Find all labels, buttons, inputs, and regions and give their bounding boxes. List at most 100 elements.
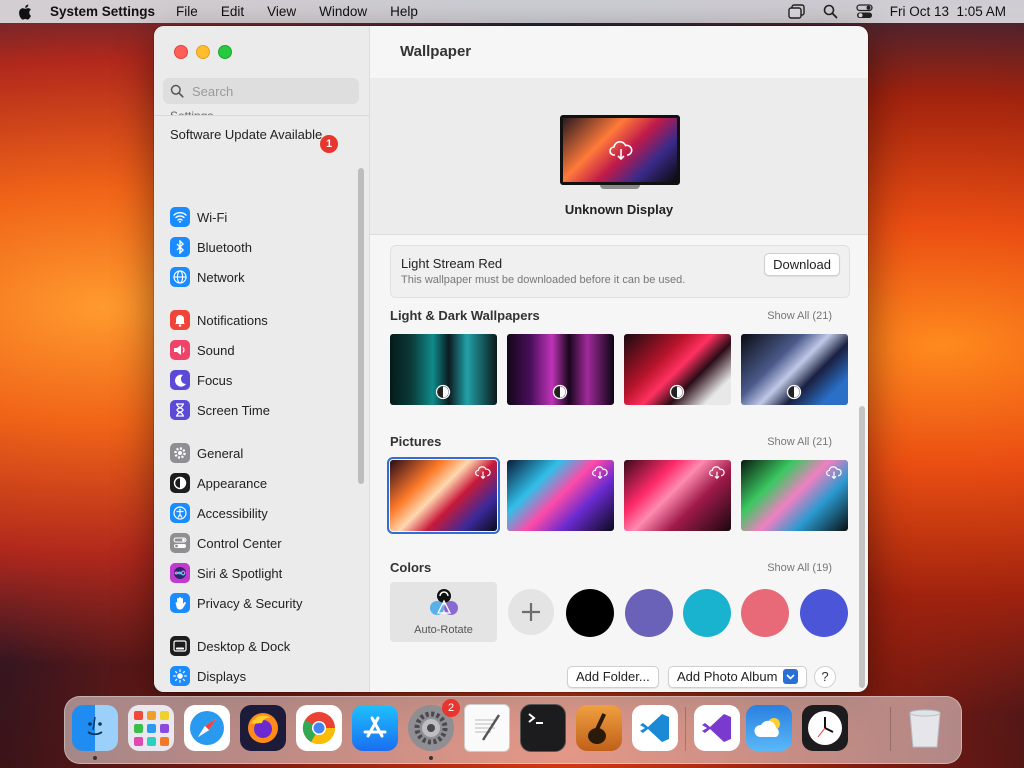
cloud-download-icon	[709, 466, 725, 480]
color-swatch[interactable]	[566, 589, 614, 637]
cloud-download-icon	[592, 466, 608, 480]
sidebar-item-wi-fi[interactable]: Wi-Fi	[164, 203, 344, 231]
sidebar-item-network[interactable]: Network	[164, 263, 344, 291]
sidebar-item-label: Sound	[197, 342, 235, 358]
sidebar-item-bluetooth[interactable]: Bluetooth	[164, 233, 344, 261]
sidebar-item-label: Appearance	[197, 475, 268, 491]
search-input[interactable]	[190, 82, 354, 100]
sidebar-item-label: Desktop & Dock	[197, 638, 291, 654]
content-scrollbar[interactable]	[859, 406, 865, 688]
sidebar-item-notifications[interactable]: Notifications	[164, 306, 344, 334]
add-folder-button[interactable]: Add Folder...	[567, 666, 659, 688]
sidebar-item-label: Wi-Fi	[197, 209, 228, 225]
gear-icon	[170, 443, 190, 463]
color-swatch[interactable]	[625, 589, 673, 637]
garageband-icon[interactable]	[576, 705, 622, 751]
color-swatch[interactable]	[741, 589, 789, 637]
add-color-button[interactable]	[508, 589, 554, 635]
download-button[interactable]: Download	[764, 253, 840, 276]
launchpad-icon[interactable]	[128, 705, 174, 751]
picture-wallpapers	[387, 457, 852, 534]
firefox-icon[interactable]	[240, 705, 286, 751]
search-icon[interactable]	[822, 3, 840, 21]
wallpaper-thumb[interactable]	[390, 334, 497, 405]
software-update-item[interactable]: Software Update Available	[170, 127, 340, 143]
sun-icon	[170, 666, 190, 686]
sidebar-item-accessibility[interactable]: Accessibility	[164, 499, 344, 527]
help-button[interactable]: ?	[814, 666, 836, 688]
chrome-icon[interactable]	[296, 705, 342, 751]
vscode-icon[interactable]	[632, 705, 678, 751]
sidebar-item-appearance[interactable]: Appearance	[164, 469, 344, 497]
zoom-button[interactable]	[218, 45, 232, 59]
wallpaper-description: This wallpaper must be downloaded before…	[401, 274, 686, 286]
color-swatch[interactable]	[800, 589, 848, 637]
section-title-light-dark: Light & Dark Wallpapers	[390, 308, 540, 323]
search-field[interactable]	[163, 78, 359, 104]
menu-edit[interactable]: Edit	[221, 4, 244, 19]
sidebar-item-label: Accessibility	[197, 505, 268, 521]
wallpaper-thumb[interactable]	[507, 334, 614, 405]
sidebar-item-label: Privacy & Security	[197, 595, 303, 611]
chevron-down-icon	[783, 669, 799, 685]
minimize-button[interactable]	[196, 45, 210, 59]
auto-rotate-tile[interactable]: Auto-Rotate	[390, 582, 497, 642]
running-indicator	[93, 756, 97, 760]
apple-icon[interactable]	[18, 4, 36, 20]
clock-icon[interactable]	[802, 705, 848, 751]
menu-file[interactable]: File	[176, 4, 198, 19]
color-swatch[interactable]	[683, 589, 731, 637]
menu-help[interactable]: Help	[390, 4, 418, 19]
sidebar-item-focus[interactable]: Focus	[164, 366, 344, 394]
close-button[interactable]	[174, 45, 188, 59]
sidebar-item-privacy-security[interactable]: Privacy & Security	[164, 589, 344, 617]
show-all-pictures[interactable]: Show All (21)	[767, 436, 832, 448]
moon-icon	[170, 370, 190, 390]
control-center-icon[interactable]	[856, 3, 874, 21]
menu-window[interactable]: Window	[319, 4, 367, 19]
add-photo-album-popup[interactable]: Add Photo Album	[668, 666, 808, 688]
visual-studio-icon[interactable]	[694, 705, 740, 751]
page-title: Wallpaper	[400, 43, 472, 60]
traffic-lights	[174, 45, 232, 59]
safari-icon[interactable]	[184, 705, 230, 751]
show-all-colors[interactable]: Show All (19)	[767, 562, 832, 574]
wallpaper-thumb[interactable]	[507, 460, 614, 531]
dock: 2	[64, 696, 962, 764]
wallpaper-thumb[interactable]	[624, 460, 731, 531]
weather-icon[interactable]	[746, 705, 792, 751]
sidebar-item-label: Control Center	[197, 535, 282, 551]
globe-icon	[170, 267, 190, 287]
wallpaper-thumb[interactable]	[624, 334, 731, 405]
display-preview: Unknown Display	[370, 78, 868, 235]
wallpaper-thumb-selected[interactable]	[387, 457, 500, 534]
app-store-icon[interactable]	[352, 705, 398, 751]
plus-icon	[522, 603, 540, 621]
dock-icon	[170, 636, 190, 656]
sidebar-item-control-center[interactable]: Control Center	[164, 529, 344, 557]
trash-icon[interactable]	[902, 705, 948, 751]
color-swatches: Auto-Rotate	[390, 582, 860, 642]
menu-clock[interactable]: Fri Oct 13 1:05 AM	[890, 4, 1006, 19]
show-all-light-dark[interactable]: Show All (21)	[767, 310, 832, 322]
dynamic-wallpaper-icon	[669, 384, 685, 400]
system-settings-icon[interactable]: 2	[408, 699, 460, 751]
finder-icon[interactable]	[72, 705, 118, 751]
wallpaper-thumb[interactable]	[741, 334, 848, 405]
sidebar-item-screen-time[interactable]: Screen Time	[164, 396, 344, 424]
sidebar-scrollbar[interactable]	[358, 168, 364, 484]
wallpaper-thumb[interactable]	[741, 460, 848, 531]
sidebar-item-desktop-dock[interactable]: Desktop & Dock	[164, 632, 344, 660]
sidebar-item-siri-spotlight[interactable]: Siri & Spotlight	[164, 559, 344, 587]
sidebar-item-displays[interactable]: Displays	[164, 662, 344, 690]
window-icon[interactable]	[788, 3, 806, 21]
search-icon	[170, 84, 184, 98]
terminal-icon[interactable]	[520, 704, 566, 752]
textedit-icon[interactable]	[464, 704, 510, 752]
sidebar-item-general[interactable]: General	[164, 439, 344, 467]
menu-app-name[interactable]: System Settings	[50, 4, 155, 19]
sidebar-item-sound[interactable]: Sound	[164, 336, 344, 364]
menu-view[interactable]: View	[267, 4, 296, 19]
accessibility-icon	[170, 503, 190, 523]
main-content: Wallpaper Unknown Display Light Stream R…	[370, 26, 868, 692]
